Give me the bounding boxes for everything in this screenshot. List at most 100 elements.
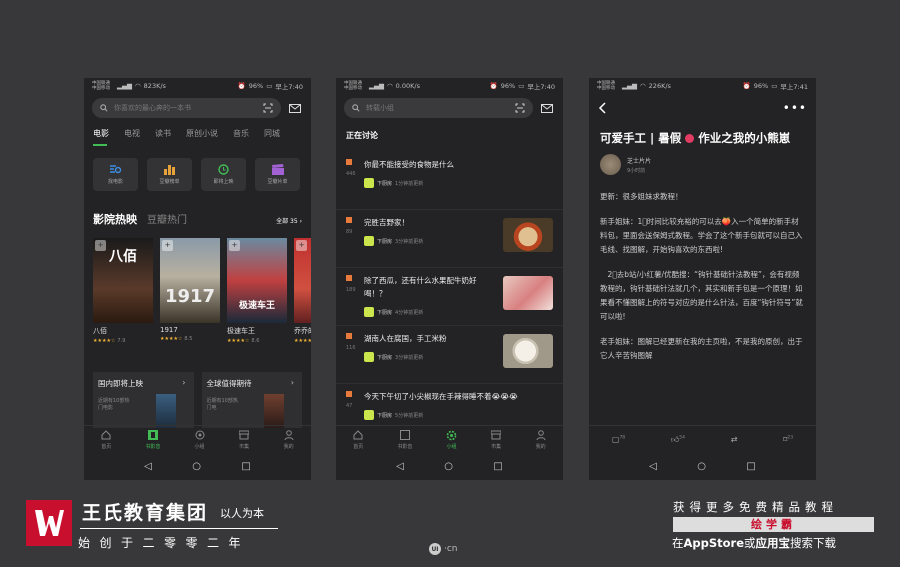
poster-title: 乔乔: [294, 300, 311, 313]
discussion-thumbnail[interactable]: [503, 276, 553, 310]
shop-icon: [239, 430, 250, 441]
back-icon[interactable]: ◁: [649, 461, 657, 472]
movie-poster[interactable]: + 极速车王: [227, 238, 287, 323]
bottom-nav: 首页 书影音 小组 市集 我的: [84, 425, 311, 453]
nav-media[interactable]: 书影音: [397, 430, 412, 450]
collect-count: 23: [787, 435, 794, 441]
nav-profile[interactable]: 我的: [535, 430, 546, 450]
rating-score: 7.9: [117, 338, 126, 344]
author-avatar[interactable]: [600, 154, 621, 175]
bookmark-add-icon[interactable]: +: [296, 240, 307, 251]
nav-label: 首页: [101, 443, 112, 450]
wifi-icon: ◠: [387, 82, 393, 90]
mail-icon[interactable]: [287, 103, 303, 113]
grid-douban-lists[interactable]: 豆瓣片单: [255, 158, 300, 191]
nav-label: 市集: [239, 443, 250, 450]
movie-card[interactable]: +1917 1917 ★★★★☆ 8.5: [160, 238, 220, 344]
reshare-button[interactable]: ⇄: [731, 435, 738, 444]
nav-media[interactable]: 书影音: [145, 430, 160, 450]
grid-coming-soon[interactable]: 即将上映: [201, 158, 246, 191]
nav-profile[interactable]: 我的: [283, 430, 294, 450]
discussion-item[interactable]: 446 你最不能接受的食物是什么 下厨房 1分钟前更新: [336, 152, 563, 210]
group-icon: [194, 430, 205, 441]
movie-card[interactable]: + 八佰 八佰 ★★★★☆ 7.9: [93, 238, 153, 344]
grid-label: 即将上映: [213, 179, 234, 185]
poster-title: 极速车王: [238, 301, 275, 311]
discussion-item[interactable]: 89 完胜吉野家！ 下厨房 3分钟前更新: [336, 210, 563, 268]
rating-stars: ★★★★☆: [294, 338, 311, 344]
nav-home[interactable]: 首页: [101, 430, 112, 450]
chevron-right-icon: ›: [182, 378, 186, 387]
article-action-bar: ▢78 👍︎54 ⇄ ⌑23: [589, 425, 816, 453]
category-tabs: 电影 电视 读书 原创小说 音乐 同城: [84, 128, 311, 139]
movie-poster[interactable]: + 乔乔: [294, 238, 311, 323]
list-card-domestic[interactable]: 国内即将上映 › 近期有10部热门电影: [93, 372, 194, 428]
group-name[interactable]: 下厨房: [377, 238, 392, 245]
tab-tv[interactable]: 电视: [124, 128, 140, 139]
bookmark-add-icon[interactable]: +: [162, 240, 173, 251]
battery-icon: ▭: [266, 82, 273, 90]
view-all-link[interactable]: 全部 35 ›: [276, 216, 302, 225]
group-name[interactable]: 下厨房: [377, 354, 392, 361]
grid-find-movie[interactable]: 找电影: [93, 158, 138, 191]
discussion-item[interactable]: 189 除了西瓜，还有什么水果配牛奶好喝！？ 下厨房 4分钟前更新: [336, 268, 563, 326]
back-arrow-icon[interactable]: [598, 99, 606, 118]
nav-market[interactable]: 市集: [239, 430, 250, 450]
movie-poster[interactable]: +1917: [160, 238, 220, 323]
scan-icon[interactable]: [263, 103, 273, 113]
group-name[interactable]: 下厨房: [377, 180, 392, 187]
movie-card[interactable]: + 极速车王 极速车王 ★★★★☆ 8.6: [227, 238, 287, 344]
tab-novels[interactable]: 原创小说: [186, 128, 218, 139]
search-bar: 转载小组: [344, 98, 555, 118]
movie-card[interactable]: + 乔乔 乔乔的 ★★★★☆: [294, 238, 311, 344]
status-bar: 中国联通 中国移动 ▂▄▆ ◠ 0.00K/s ⏰ 96% ▭ 早上7:40: [336, 78, 563, 94]
promo-app-name: 绘学霸: [673, 517, 874, 532]
collect-button[interactable]: ⌑23: [783, 435, 793, 444]
nav-home[interactable]: 首页: [353, 430, 364, 450]
film-icon: [147, 430, 158, 441]
back-icon[interactable]: ◁: [144, 461, 152, 472]
recents-icon[interactable]: □: [493, 461, 502, 472]
nav-groups[interactable]: 小组: [194, 430, 205, 450]
like-button[interactable]: 👍︎54: [671, 435, 685, 445]
home-circle-icon[interactable]: ○: [697, 461, 706, 472]
section-alt-tab[interactable]: 豆瓣热门: [147, 211, 187, 226]
home-circle-icon[interactable]: ○: [192, 461, 201, 472]
discussion-thumbnail[interactable]: [503, 334, 553, 368]
author-info[interactable]: 芝士片片 9小时前: [589, 154, 816, 175]
list-card-global[interactable]: 全球值得期待 › 近期有10部热门电: [201, 372, 302, 428]
group-name[interactable]: 下厨房: [377, 309, 392, 316]
nav-market[interactable]: 市集: [491, 430, 502, 450]
scan-icon[interactable]: [515, 103, 525, 113]
tab-music[interactable]: 音乐: [233, 128, 249, 139]
author-name[interactable]: 芝士片片: [627, 156, 651, 165]
discussion-item[interactable]: 116 湖南人在腐国，手工米粉 下厨房 3分钟前更新: [336, 326, 563, 384]
home-circle-icon[interactable]: ○: [444, 461, 453, 472]
movie-poster[interactable]: + 八佰: [93, 238, 153, 323]
grid-rankings[interactable]: 豆瓣榜单: [147, 158, 192, 191]
more-icon[interactable]: •••: [783, 101, 807, 115]
nav-label: 书影音: [145, 443, 161, 450]
flag-icon: [346, 333, 352, 339]
tab-books[interactable]: 读书: [155, 128, 171, 139]
update-time: 5分钟前更新: [395, 412, 424, 419]
group-name[interactable]: 下厨房: [377, 412, 392, 419]
discussion-thumbnail[interactable]: [503, 218, 553, 252]
recents-icon[interactable]: □: [746, 461, 755, 472]
nav-label: 首页: [353, 443, 364, 450]
tab-local[interactable]: 同城: [264, 128, 280, 139]
promo-yingyongbao: 应用宝: [755, 536, 791, 550]
search-input[interactable]: 你喜欢的最心奔的一本书: [92, 98, 281, 118]
back-icon[interactable]: ◁: [396, 461, 404, 472]
section-title[interactable]: 影院热映: [93, 211, 137, 227]
find-movie-icon: [109, 164, 121, 173]
mail-icon[interactable]: [539, 103, 555, 113]
bookmark-add-icon[interactable]: +: [229, 240, 240, 251]
tab-movies[interactable]: 电影: [93, 128, 109, 139]
home-icon: [101, 430, 112, 441]
comment-button[interactable]: ▢78: [612, 435, 625, 444]
search-input[interactable]: 转载小组: [344, 98, 533, 118]
nav-groups[interactable]: 小组: [446, 430, 457, 450]
group-avatar: [364, 352, 374, 362]
recents-icon[interactable]: □: [241, 461, 250, 472]
